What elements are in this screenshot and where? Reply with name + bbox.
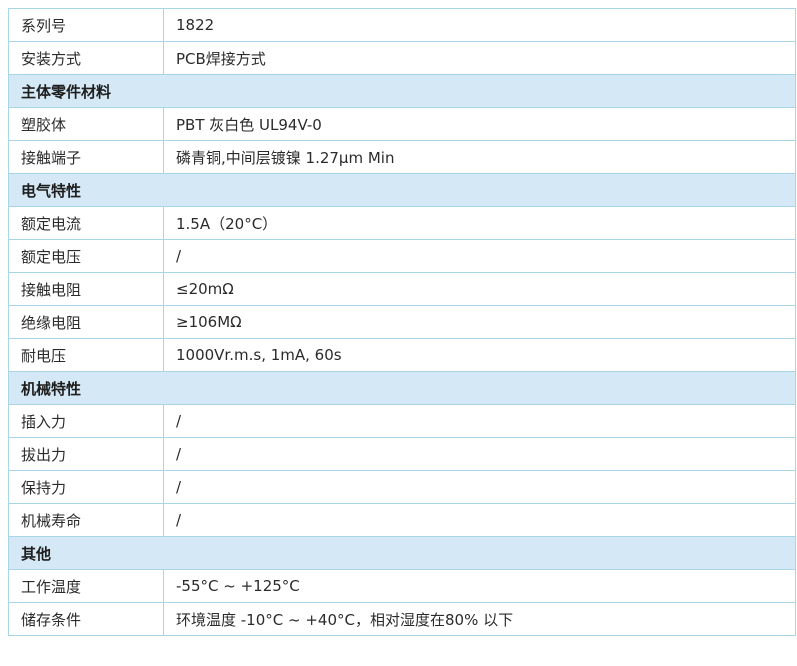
table-row: 绝缘电阻 ≥106MΩ	[8, 305, 796, 339]
table-row: 储存条件 环境温度 -10°C ~ +40°C，相对湿度在80% 以下	[8, 602, 796, 636]
row-value: 磷青铜,中间层镀镍 1.27μm Min	[163, 140, 796, 174]
row-value: -55°C ~ +125°C	[163, 569, 796, 603]
row-value: 1000Vr.m.s, 1mA, 60s	[163, 338, 796, 372]
section-header-row: 机械特性	[8, 371, 796, 405]
section-title: 机械特性	[8, 371, 796, 405]
row-value: ≥106MΩ	[163, 305, 796, 339]
row-value: 1.5A（20°C）	[163, 206, 796, 240]
row-label: 储存条件	[8, 602, 164, 636]
row-label: 工作温度	[8, 569, 164, 603]
table-row: 接触端子 磷青铜,中间层镀镍 1.27μm Min	[8, 140, 796, 174]
row-value: 1822	[163, 8, 796, 42]
row-value: /	[163, 503, 796, 537]
row-value: PCB焊接方式	[163, 41, 796, 75]
section-title: 其他	[8, 536, 796, 570]
section-title: 电气特性	[8, 173, 796, 207]
row-value: /	[163, 239, 796, 273]
table-row: 额定电压 /	[8, 239, 796, 273]
row-label: 拔出力	[8, 437, 164, 471]
table-row: 耐电压 1000Vr.m.s, 1mA, 60s	[8, 338, 796, 372]
row-label: 机械寿命	[8, 503, 164, 537]
section-header-row: 其他	[8, 536, 796, 570]
table-row: 塑胶体 PBT 灰白色 UL94V-0	[8, 107, 796, 141]
row-label: 耐电压	[8, 338, 164, 372]
section-title: 主体零件材料	[8, 74, 796, 108]
section-header-row: 电气特性	[8, 173, 796, 207]
row-label: 额定电流	[8, 206, 164, 240]
row-value: /	[163, 437, 796, 471]
table-row: 机械寿命 /	[8, 503, 796, 537]
table-row: 拔出力 /	[8, 437, 796, 471]
row-label: 接触电阻	[8, 272, 164, 306]
row-value: /	[163, 404, 796, 438]
row-label: 保持力	[8, 470, 164, 504]
row-label: 插入力	[8, 404, 164, 438]
table-row: 工作温度 -55°C ~ +125°C	[8, 569, 796, 603]
row-label: 接触端子	[8, 140, 164, 174]
row-label: 塑胶体	[8, 107, 164, 141]
table-row: 插入力 /	[8, 404, 796, 438]
spec-table-body: 系列号 1822 安装方式 PCB焊接方式 主体零件材料 塑胶体 PBT 灰白色 UL94V…	[8, 8, 796, 636]
row-value: 环境温度 -10°C ~ +40°C，相对湿度在80% 以下	[163, 602, 796, 636]
row-label: 额定电压	[8, 239, 164, 273]
row-value: ≤20mΩ	[163, 272, 796, 306]
table-row: 系列号 1822	[8, 8, 796, 42]
row-value: /	[163, 470, 796, 504]
table-row: 接触电阻 ≤20mΩ	[8, 272, 796, 306]
row-label: 安装方式	[8, 41, 164, 75]
row-label: 绝缘电阻	[8, 305, 164, 339]
spec-table: 系列号 1822 安装方式 PCB焊接方式 主体零件材料 塑胶体 PBT 灰白色 UL94V…	[8, 8, 796, 636]
row-label: 系列号	[8, 8, 164, 42]
table-row: 额定电流 1.5A（20°C）	[8, 206, 796, 240]
table-row: 安装方式 PCB焊接方式	[8, 41, 796, 75]
table-row: 保持力 /	[8, 470, 796, 504]
row-value: PBT 灰白色 UL94V-0	[163, 107, 796, 141]
section-header-row: 主体零件材料	[8, 74, 796, 108]
